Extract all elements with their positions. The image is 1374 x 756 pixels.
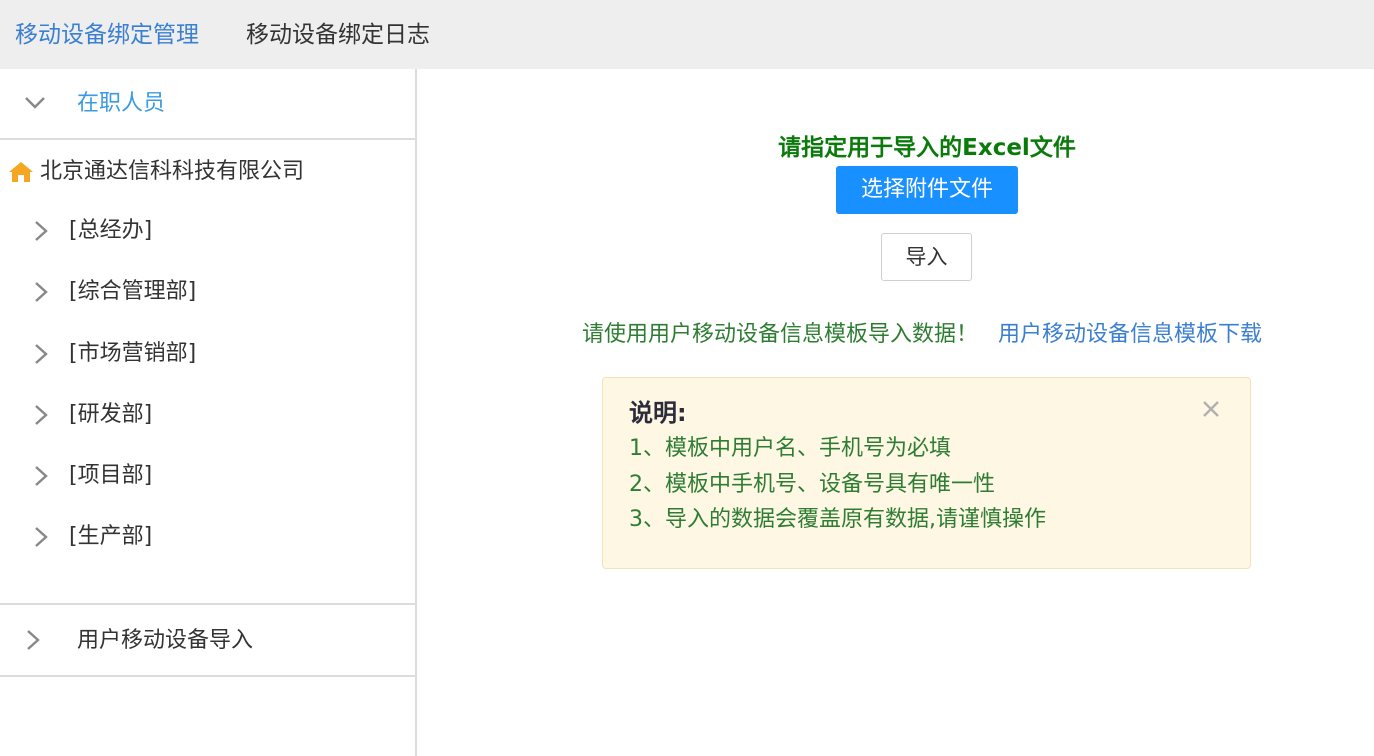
sidebar: 在职人员 北京通达信科科技有限公司 [总经办] [综合管理部] [市场营销部] … [0, 69, 417, 756]
chevron-right-icon [27, 630, 40, 650]
tree-node-label: [生产部] [69, 524, 153, 549]
tree-node-label: [研发部] [69, 402, 153, 427]
tree-node-label: [总经办] [69, 218, 153, 243]
tab-binding-management[interactable]: 移动设备绑定管理 [15, 20, 199, 50]
divider [0, 138, 415, 140]
chevron-right-icon [35, 221, 48, 241]
tree-node-dept[interactable]: [总经办] [0, 211, 415, 251]
chevron-down-icon [25, 97, 45, 109]
chevron-right-icon [35, 344, 48, 364]
import-title: 请指定用于导入的Excel文件 [778, 135, 1076, 161]
sidebar-section-import[interactable]: 用户移动设备导入 [0, 605, 415, 675]
tree-node-dept[interactable]: [市场营销部] [0, 334, 415, 374]
close-icon[interactable] [1198, 396, 1224, 422]
tree-node-dept[interactable]: [综合管理部] [0, 272, 415, 312]
sidebar-section-import-label: 用户移动设备导入 [77, 628, 254, 653]
notice-line: 2、模板中手机号、设备号具有唯一性 [629, 472, 995, 497]
chevron-right-icon [35, 527, 48, 547]
tree-node-dept[interactable]: [生产部] [0, 517, 415, 557]
chevron-right-icon [35, 466, 48, 486]
chevron-right-icon [35, 282, 48, 302]
home-icon [9, 162, 33, 182]
tree-node-dept[interactable]: [研发部] [0, 395, 415, 435]
template-download-link[interactable]: 用户移动设备信息模板下载 [998, 320, 1262, 350]
choose-file-button[interactable]: 选择附件文件 [836, 166, 1018, 214]
notice-title: 说明: [629, 399, 687, 427]
tree-node-label: [综合管理部] [69, 279, 197, 304]
tree-node-label: [市场营销部] [69, 341, 197, 366]
notice-box: 说明: 1、模板中用户名、手机号为必填 2、模板中手机号、设备号具有唯一性 3、… [602, 377, 1251, 569]
tree-node-label: [项目部] [69, 463, 153, 488]
template-hint: 请使用用户移动设备信息模板导入数据！ [582, 322, 979, 347]
chevron-right-icon [35, 405, 48, 425]
notice-line: 3、导入的数据会覆盖原有数据,请谨慎操作 [629, 507, 1046, 532]
tree-node-dept[interactable]: [项目部] [0, 456, 415, 496]
sidebar-section-staff-label: 在职人员 [77, 91, 166, 116]
divider [0, 675, 415, 677]
top-tab-bar: 移动设备绑定管理 移动设备绑定日志 [0, 0, 1374, 69]
notice-line: 1、模板中用户名、手机号为必填 [629, 436, 951, 461]
tree-root-label: 北京通达信科科技有限公司 [40, 159, 305, 184]
tab-binding-log[interactable]: 移动设备绑定日志 [246, 20, 430, 50]
import-button[interactable]: 导入 [881, 233, 972, 281]
sidebar-section-staff[interactable]: 在职人员 [0, 69, 415, 139]
